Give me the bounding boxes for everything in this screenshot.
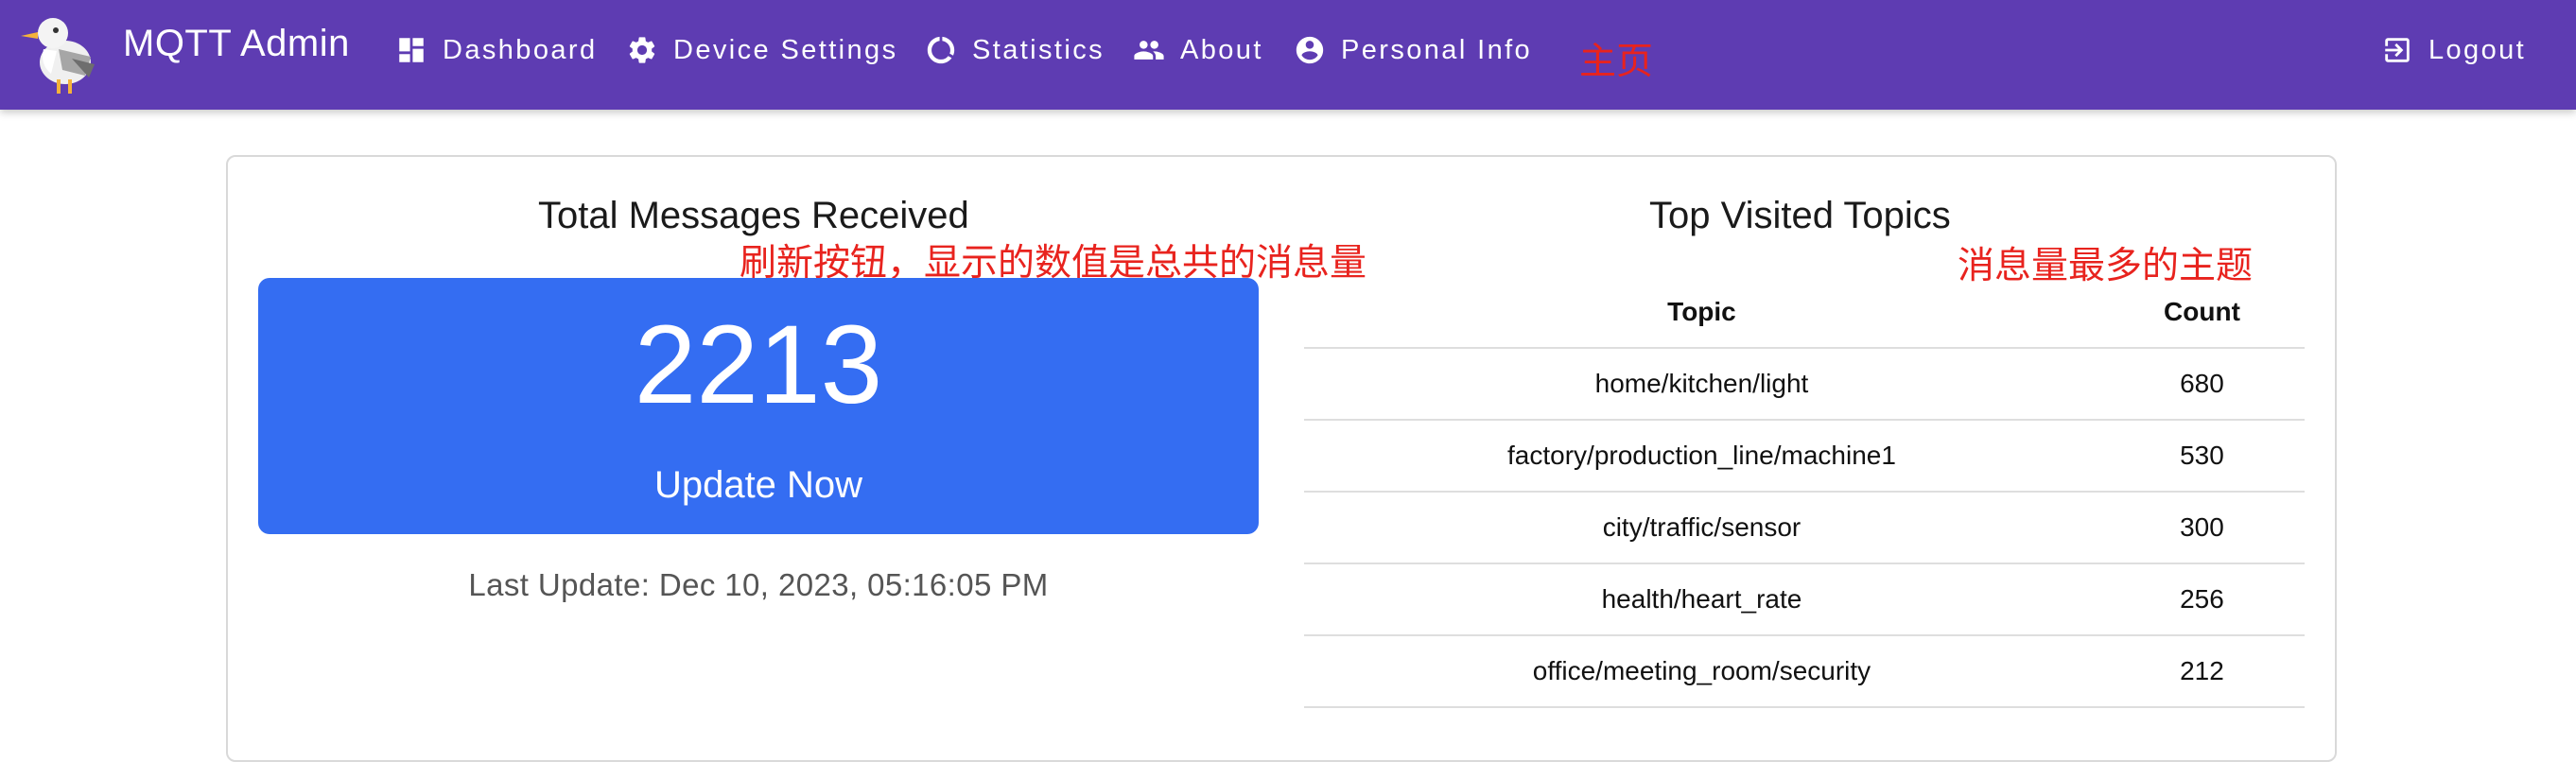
nav-item-label: Device Settings [673, 34, 898, 65]
table-row: office/meeting_room/security 212 [1304, 635, 2305, 708]
gear-icon [629, 37, 655, 63]
table-header-row: Topic Count [1304, 277, 2305, 349]
nav-item-device-settings[interactable]: Device Settings [626, 29, 898, 71]
nav-item-dashboard[interactable]: Dashboard [395, 29, 597, 71]
count-cell: 212 [2098, 635, 2305, 708]
dashboard-icon [399, 38, 424, 62]
nav-item-label: About [1180, 34, 1263, 65]
nav-item-label: Statistics [972, 34, 1105, 65]
nav-item-about[interactable]: About [1133, 29, 1263, 71]
seagull-logo-icon [21, 18, 95, 94]
top-topics-title: Top Visited Topics [1649, 195, 1951, 236]
donut-chart-icon [927, 36, 955, 64]
last-update-text: Last Update: Dec 10, 2023, 05:16:05 PM [468, 567, 1049, 602]
topic-cell: health/heart_rate [1304, 563, 2099, 636]
logout-label: Logout [2428, 34, 2527, 65]
count-cell: 680 [2098, 348, 2305, 421]
update-now-button[interactable]: 2213 Update Now [258, 278, 1259, 534]
column-header-count: Count [2098, 277, 2305, 349]
nav-item-label: Dashboard [443, 34, 598, 65]
topic-cell: factory/production_line/machine1 [1304, 420, 2099, 493]
app-title[interactable]: MQTT Admin [123, 23, 350, 65]
column-header-topic: Topic [1304, 277, 2099, 349]
count-cell: 300 [2098, 492, 2305, 564]
update-now-label: Update Now [653, 464, 863, 506]
count-cell: 530 [2098, 420, 2305, 493]
nav-item-statistics[interactable]: Statistics [925, 29, 1105, 71]
account-circle-icon [1296, 36, 1324, 64]
logout-icon [2385, 38, 2410, 62]
nav-item-label: Personal Info [1341, 34, 1533, 65]
topic-cell: city/traffic/sensor [1304, 492, 2099, 564]
table-row: city/traffic/sensor 300 [1304, 492, 2305, 564]
table-row: factory/production_line/machine1 530 [1304, 420, 2305, 493]
top-navbar: MQTT Admin Dashboard Device Settings Sta… [0, 0, 2576, 110]
table-row: home/kitchen/light 680 [1304, 348, 2305, 421]
total-messages-value: 2213 [634, 303, 883, 427]
total-messages-title: Total Messages Received [538, 195, 969, 236]
annotation-home: 主页 [1579, 41, 1654, 83]
table-row: health/heart_rate 256 [1304, 563, 2305, 636]
count-cell: 256 [2098, 563, 2305, 636]
topic-cell: office/meeting_room/security [1304, 635, 2099, 708]
top-topics-table: Topic Count home/kitchen/light 680 facto… [1304, 277, 2305, 708]
people-icon [1134, 41, 1164, 60]
topic-cell: home/kitchen/light [1304, 348, 2099, 421]
logout-button[interactable]: Logout [2381, 29, 2526, 71]
nav-item-personal-info[interactable]: Personal Info [1294, 29, 1532, 71]
